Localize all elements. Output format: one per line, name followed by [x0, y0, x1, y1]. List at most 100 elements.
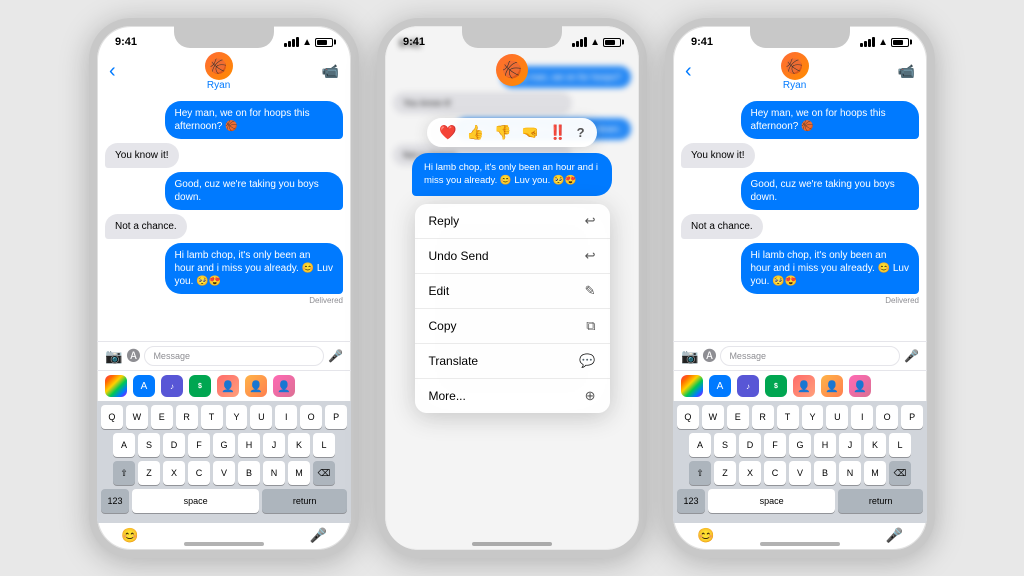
key-backspace-r[interactable]: ⌫ [889, 461, 911, 485]
key-j-r[interactable]: J [839, 433, 861, 457]
key-q[interactable]: Q [101, 405, 123, 429]
key-z-r[interactable]: Z [714, 461, 736, 485]
photos-app-left[interactable] [105, 375, 127, 397]
reaction-heart[interactable]: ❤️ [439, 124, 456, 141]
video-button-right[interactable]: 📹 [898, 63, 915, 80]
contact-name-left[interactable]: Ryan [207, 80, 230, 91]
key-e-r[interactable]: E [727, 405, 749, 429]
key-o[interactable]: O [300, 405, 322, 429]
camera-icon-left[interactable]: 📷 [105, 348, 122, 365]
key-a-r[interactable]: A [689, 433, 711, 457]
key-o-r[interactable]: O [876, 405, 898, 429]
back-button-left[interactable]: ‹ [109, 60, 116, 83]
cash-app-left[interactable]: $ [189, 375, 211, 397]
audio-app-left[interactable]: ♪ [161, 375, 183, 397]
mic-bottom-icon-left[interactable]: 🎤 [310, 527, 327, 544]
mic-bottom-icon-right[interactable]: 🎤 [886, 527, 903, 544]
key-l[interactable]: L [313, 433, 335, 457]
key-h[interactable]: H [238, 433, 260, 457]
key-d-r[interactable]: D [739, 433, 761, 457]
key-p-r[interactable]: P [901, 405, 923, 429]
key-shift-r[interactable]: ⇧ [689, 461, 711, 485]
appstore-icon-left[interactable]: 🅐 [126, 346, 140, 366]
key-i[interactable]: I [275, 405, 297, 429]
key-t-r[interactable]: T [777, 405, 799, 429]
key-k-r[interactable]: K [864, 433, 886, 457]
camera-icon-right[interactable]: 📷 [681, 348, 698, 365]
menu-copy[interactable]: Copy ⧉ [415, 309, 610, 344]
key-h-r[interactable]: H [814, 433, 836, 457]
menu-translate[interactable]: Translate 💬 [415, 344, 610, 379]
key-v-r[interactable]: V [789, 461, 811, 485]
appstore-right[interactable]: A [709, 375, 731, 397]
key-w[interactable]: W [126, 405, 148, 429]
key-y[interactable]: Y [226, 405, 248, 429]
emoji-icon-left[interactable]: 😊 [121, 527, 138, 544]
key-z[interactable]: Z [138, 461, 160, 485]
mic-icon-left[interactable]: 🎤 [328, 349, 343, 363]
avatar3-right[interactable]: 👤 [849, 375, 871, 397]
key-q-r[interactable]: Q [677, 405, 699, 429]
key-n[interactable]: N [263, 461, 285, 485]
key-m[interactable]: M [288, 461, 310, 485]
key-x-r[interactable]: X [739, 461, 761, 485]
key-b[interactable]: B [238, 461, 260, 485]
appstore-icon-right[interactable]: 🅐 [702, 346, 716, 366]
mic-icon-right[interactable]: 🎤 [904, 349, 919, 363]
key-k[interactable]: K [288, 433, 310, 457]
key-return[interactable]: return [262, 489, 347, 513]
reaction-exclaim[interactable]: ‼️ [549, 124, 566, 141]
key-space[interactable]: space [132, 489, 259, 513]
photos-app-right[interactable] [681, 375, 703, 397]
menu-undo-send[interactable]: Undo Send ↩ [415, 239, 610, 274]
key-space-r[interactable]: space [708, 489, 835, 513]
key-p[interactable]: P [325, 405, 347, 429]
back-button-right[interactable]: ‹ [685, 60, 692, 83]
key-n-r[interactable]: N [839, 461, 861, 485]
key-return-r[interactable]: return [838, 489, 923, 513]
avatar1-left[interactable]: 👤 [217, 375, 239, 397]
audio-app-right[interactable]: ♪ [737, 375, 759, 397]
key-f[interactable]: F [188, 433, 210, 457]
key-shift[interactable]: ⇧ [113, 461, 135, 485]
key-r-r[interactable]: R [752, 405, 774, 429]
key-a[interactable]: A [113, 433, 135, 457]
message-input-right[interactable]: Message [720, 346, 900, 366]
reaction-bar[interactable]: ❤️ 👍 👎 🤜 ‼️ ? [427, 118, 596, 147]
avatar2-left[interactable]: 👤 [245, 375, 267, 397]
key-b-r[interactable]: B [814, 461, 836, 485]
key-backspace[interactable]: ⌫ [313, 461, 335, 485]
key-123[interactable]: 123 [101, 489, 129, 513]
key-s-r[interactable]: S [714, 433, 736, 457]
emoji-icon-right[interactable]: 😊 [697, 527, 714, 544]
cash-app-right[interactable]: $ [765, 375, 787, 397]
key-t[interactable]: T [201, 405, 223, 429]
key-s[interactable]: S [138, 433, 160, 457]
key-c[interactable]: C [188, 461, 210, 485]
key-y-r[interactable]: Y [802, 405, 824, 429]
key-g[interactable]: G [213, 433, 235, 457]
message-input-left[interactable]: Message [144, 346, 324, 366]
avatar3-left[interactable]: 👤 [273, 375, 295, 397]
key-u-r[interactable]: U [826, 405, 848, 429]
key-m-r[interactable]: M [864, 461, 886, 485]
key-123-r[interactable]: 123 [677, 489, 705, 513]
key-i-r[interactable]: I [851, 405, 873, 429]
key-x[interactable]: X [163, 461, 185, 485]
key-f-r[interactable]: F [764, 433, 786, 457]
avatar2-right[interactable]: 👤 [821, 375, 843, 397]
key-d[interactable]: D [163, 433, 185, 457]
contact-name-right[interactable]: Ryan [783, 80, 806, 91]
key-w-r[interactable]: W [702, 405, 724, 429]
key-e[interactable]: E [151, 405, 173, 429]
key-l-r[interactable]: L [889, 433, 911, 457]
menu-more[interactable]: More... ⊕ [415, 379, 610, 413]
menu-edit[interactable]: Edit ✎ [415, 274, 610, 309]
reaction-thumbup[interactable]: 👍 [467, 124, 484, 141]
key-g-r[interactable]: G [789, 433, 811, 457]
key-v[interactable]: V [213, 461, 235, 485]
reaction-thumbdown[interactable]: 👎 [494, 124, 511, 141]
reaction-fist[interactable]: 🤜 [522, 124, 539, 141]
appstore-left[interactable]: A [133, 375, 155, 397]
avatar1-right[interactable]: 👤 [793, 375, 815, 397]
